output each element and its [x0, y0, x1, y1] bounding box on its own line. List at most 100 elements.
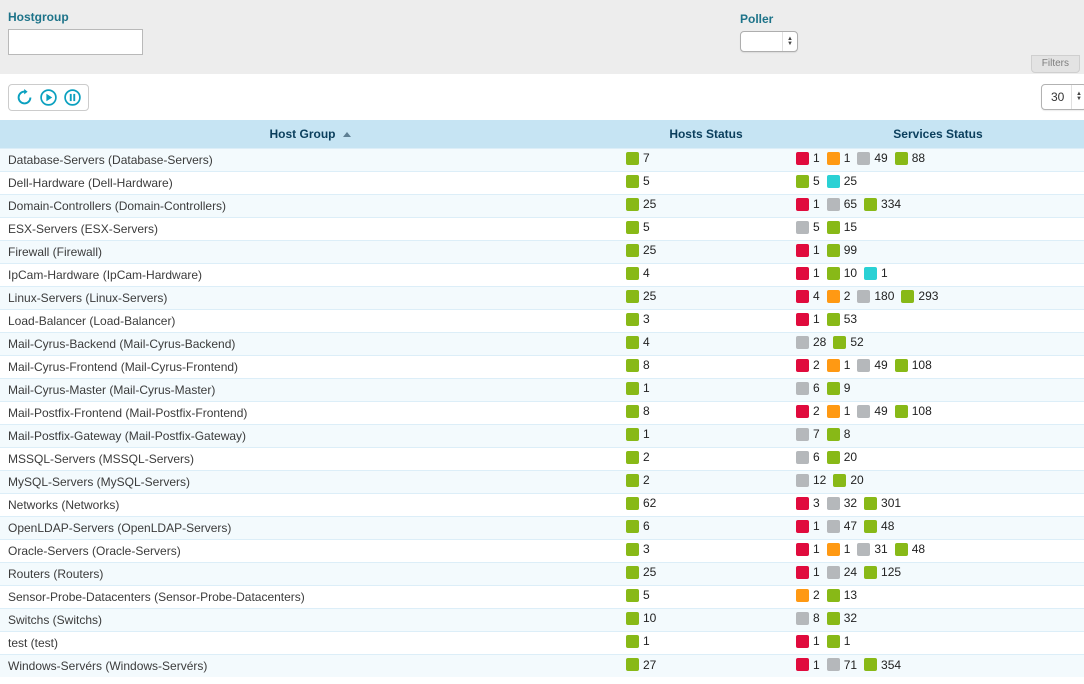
status-badge-critical[interactable]: 1	[796, 266, 820, 280]
status-badge-ok[interactable]: 13	[827, 588, 857, 602]
column-hosts-status[interactable]: Hosts Status	[620, 120, 792, 148]
status-badge-ok[interactable]: 48	[895, 542, 925, 556]
status-badge-ok[interactable]: 3	[626, 312, 650, 326]
status-badge-ok[interactable]: 10	[827, 266, 857, 280]
status-badge-critical[interactable]: 2	[796, 404, 820, 418]
status-badge-ok[interactable]: 108	[895, 404, 932, 418]
column-services-status[interactable]: Services Status	[792, 120, 1084, 148]
play-icon[interactable]	[40, 89, 57, 106]
status-badge-ok[interactable]: 53	[827, 312, 857, 326]
column-host-group[interactable]: Host Group	[0, 120, 620, 148]
status-badge-unknown[interactable]: 180	[857, 289, 894, 303]
status-badge-critical[interactable]: 1	[796, 634, 820, 648]
status-badge-ok[interactable]: 8	[827, 427, 851, 441]
status-badge-ok[interactable]: 4	[626, 335, 650, 349]
status-badge-ok[interactable]: 125	[864, 565, 901, 579]
status-badge-ok[interactable]: 25	[626, 565, 656, 579]
hosts-status-cell: 1	[620, 631, 792, 654]
status-badge-ok[interactable]: 3	[626, 542, 650, 556]
status-badge-ok[interactable]: 6	[626, 519, 650, 533]
status-badge-critical[interactable]: 1	[796, 151, 820, 165]
status-badge-ok[interactable]: 334	[864, 197, 901, 211]
poller-select[interactable]: ▲▼	[740, 31, 798, 52]
status-badge-unknown[interactable]: 28	[796, 335, 826, 349]
status-badge-ok[interactable]: 354	[864, 658, 901, 672]
status-badge-ok[interactable]: 8	[626, 404, 650, 418]
status-badge-ok[interactable]: 4	[626, 266, 650, 280]
status-badge-ok[interactable]: 25	[626, 197, 656, 211]
status-badge-ok[interactable]: 9	[827, 381, 851, 395]
status-badge-warning[interactable]: 1	[827, 542, 851, 556]
pause-icon[interactable]	[64, 89, 81, 106]
status-badge-ok[interactable]: 1	[626, 381, 650, 395]
status-badge-warning[interactable]: 1	[827, 404, 851, 418]
status-badge-unknown[interactable]: 5	[796, 220, 820, 234]
status-badge-critical[interactable]: 1	[796, 243, 820, 257]
status-badge-unknown[interactable]: 12	[796, 473, 826, 487]
status-badge-unknown[interactable]: 7	[796, 427, 820, 441]
status-badge-unknown[interactable]: 32	[827, 496, 857, 510]
status-badge-unknown[interactable]: 71	[827, 658, 857, 672]
status-badge-critical[interactable]: 1	[796, 565, 820, 579]
status-badge-ok[interactable]: 301	[864, 496, 901, 510]
status-badge-warning[interactable]: 2	[827, 289, 851, 303]
status-badge-unknown[interactable]: 8	[796, 611, 820, 625]
status-badge-pending[interactable]: 1	[864, 266, 888, 280]
status-badge-critical[interactable]: 1	[796, 312, 820, 326]
status-badge-ok[interactable]: 108	[895, 358, 932, 372]
status-badge-unknown[interactable]: 49	[857, 151, 887, 165]
status-badge-unknown[interactable]: 6	[796, 450, 820, 464]
status-badge-critical[interactable]: 1	[796, 542, 820, 556]
status-badge-ok[interactable]: 2	[626, 450, 650, 464]
status-badge-ok[interactable]: 7	[626, 151, 650, 165]
status-badge-critical[interactable]: 1	[796, 658, 820, 672]
status-badge-ok[interactable]: 2	[626, 473, 650, 487]
table-row: Database-Servers (Database-Servers) 7 11…	[0, 148, 1084, 171]
status-badge-ok[interactable]: 5	[626, 174, 650, 188]
status-badge-ok[interactable]: 32	[827, 611, 857, 625]
hostgroup-input[interactable]	[8, 29, 143, 55]
status-count: 9	[844, 381, 851, 395]
status-badge-ok[interactable]: 8	[626, 358, 650, 372]
status-badge-ok[interactable]: 15	[827, 220, 857, 234]
status-badge-ok[interactable]: 5	[626, 220, 650, 234]
status-badge-ok[interactable]: 25	[626, 289, 656, 303]
status-badge-ok[interactable]: 48	[864, 519, 894, 533]
status-badge-warning[interactable]: 1	[827, 358, 851, 372]
status-badge-ok[interactable]: 1	[827, 634, 851, 648]
status-badge-ok[interactable]: 5	[626, 588, 650, 602]
status-badge-ok[interactable]: 62	[626, 496, 656, 510]
status-badge-pending[interactable]: 25	[827, 174, 857, 188]
status-badge-ok[interactable]: 20	[833, 473, 863, 487]
status-badge-unknown[interactable]: 6	[796, 381, 820, 395]
status-badge-ok[interactable]: 25	[626, 243, 656, 257]
status-badge-ok[interactable]: 88	[895, 151, 925, 165]
status-badge-ok[interactable]: 293	[901, 289, 938, 303]
status-badge-critical[interactable]: 2	[796, 358, 820, 372]
status-badge-ok[interactable]: 10	[626, 611, 656, 625]
status-badge-warning[interactable]: 2	[796, 588, 820, 602]
status-badge-critical[interactable]: 4	[796, 289, 820, 303]
status-badge-ok[interactable]: 27	[626, 658, 656, 672]
status-badge-unknown[interactable]: 24	[827, 565, 857, 579]
page-size-select[interactable]: 30 ▲▼	[1041, 84, 1084, 110]
status-badge-unknown[interactable]: 31	[857, 542, 887, 556]
status-badge-unknown[interactable]: 49	[857, 358, 887, 372]
status-badge-critical[interactable]: 3	[796, 496, 820, 510]
status-badge-ok[interactable]: 1	[626, 634, 650, 648]
status-badge-unknown[interactable]: 47	[827, 519, 857, 533]
status-badge-warning[interactable]: 1	[827, 151, 851, 165]
status-badge-critical[interactable]: 1	[796, 197, 820, 211]
status-badge-ok[interactable]: 5	[796, 174, 820, 188]
status-badge-ok[interactable]: 52	[833, 335, 863, 349]
status-badge-ok[interactable]: 1	[626, 427, 650, 441]
filters-tab[interactable]: Filters	[1031, 55, 1080, 73]
refresh-icon[interactable]	[16, 89, 33, 106]
ok-status-icon	[827, 612, 840, 625]
status-badge-critical[interactable]: 1	[796, 519, 820, 533]
status-badge-ok[interactable]: 99	[827, 243, 857, 257]
table-row: MSSQL-Servers (MSSQL-Servers) 2 620	[0, 447, 1084, 470]
status-badge-unknown[interactable]: 65	[827, 197, 857, 211]
status-badge-ok[interactable]: 20	[827, 450, 857, 464]
status-badge-unknown[interactable]: 49	[857, 404, 887, 418]
